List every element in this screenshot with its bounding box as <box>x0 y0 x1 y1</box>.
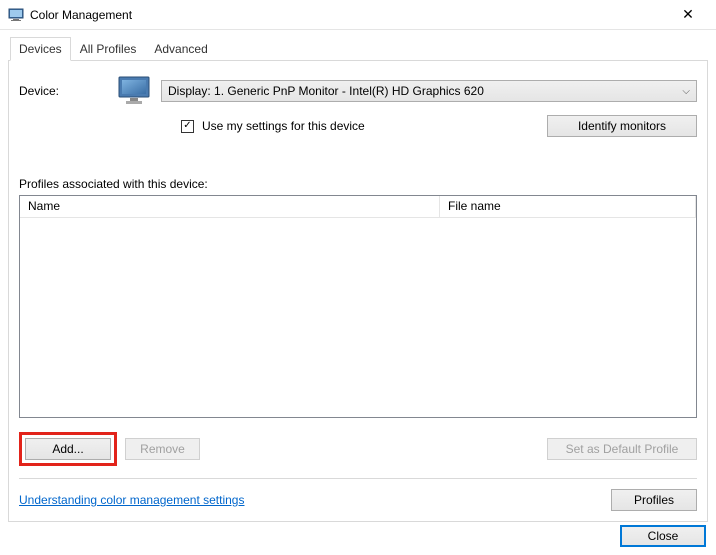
profiles-label: Profiles associated with this device: <box>19 177 697 191</box>
monitor-icon <box>117 75 153 107</box>
column-name[interactable]: Name <box>20 196 440 217</box>
devices-panel: Device: Display: 1. Generic PnP Monitor … <box>8 61 708 522</box>
use-settings-label: Use my settings for this device <box>202 119 365 133</box>
identify-monitors-button[interactable]: Identify monitors <box>547 115 697 137</box>
close-button[interactable]: Close <box>620 525 706 547</box>
list-header: Name File name <box>20 196 696 218</box>
divider <box>19 478 697 479</box>
chevron-down-icon: ⌵ <box>682 86 690 97</box>
help-link[interactable]: Understanding color management settings <box>19 493 244 507</box>
close-icon[interactable]: ✕ <box>668 6 708 23</box>
highlight-frame: Add... <box>19 432 117 466</box>
tab-strip: Devices All Profiles Advanced <box>8 36 708 61</box>
device-dropdown[interactable]: Display: 1. Generic PnP Monitor - Intel(… <box>161 80 697 102</box>
profiles-listview[interactable]: Name File name <box>19 195 697 418</box>
title-bar: Color Management ✕ <box>0 0 716 30</box>
window-title: Color Management <box>30 8 668 22</box>
app-icon <box>8 7 24 23</box>
profiles-button[interactable]: Profiles <box>611 489 697 511</box>
device-label: Device: <box>19 84 109 98</box>
column-file[interactable]: File name <box>440 196 696 217</box>
device-selected: Display: 1. Generic PnP Monitor - Intel(… <box>168 84 484 98</box>
tab-all-profiles[interactable]: All Profiles <box>71 37 146 61</box>
tab-advanced[interactable]: Advanced <box>145 37 216 61</box>
tab-devices[interactable]: Devices <box>10 37 71 61</box>
set-default-profile-button: Set as Default Profile <box>547 438 697 460</box>
add-button[interactable]: Add... <box>25 438 111 460</box>
remove-button: Remove <box>125 438 200 460</box>
use-settings-checkbox[interactable]: ✓ <box>181 120 194 133</box>
